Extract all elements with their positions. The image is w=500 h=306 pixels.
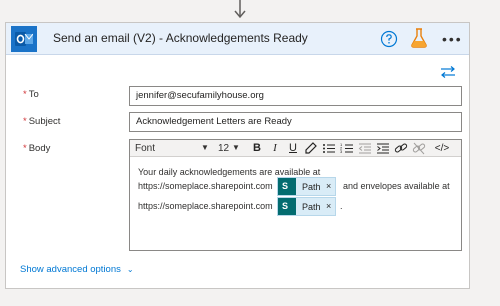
action-title: Send an email (V2) - Acknowledgements Re… <box>53 31 308 45</box>
subject-label: * Subject <box>23 116 61 127</box>
editor-toolbar: Font ▼ 12 ▼ B I U 1 2 3 </> <box>130 140 461 157</box>
body-label: * Body <box>23 143 51 154</box>
more-options-icon[interactable]: ••• <box>442 30 464 48</box>
code-view-button[interactable]: </> <box>432 142 452 155</box>
to-label: * To <box>23 89 39 100</box>
token-remove-icon[interactable]: × <box>326 201 331 211</box>
chevron-down-icon: ⌄ <box>126 265 134 274</box>
body-line-2-prefix: https://someplace.sharepoint.com <box>138 181 273 191</box>
font-select[interactable]: Font ▼ <box>135 143 213 154</box>
body-line-1: Your daily acknowledgements are availabl… <box>138 167 321 177</box>
outlook-icon <box>11 26 37 52</box>
chevron-down-icon: ▼ <box>232 143 240 152</box>
show-advanced-options-link[interactable]: Show advanced options ⌄ <box>20 264 134 275</box>
numbered-list-icon[interactable]: 1 2 3 <box>340 142 354 155</box>
svg-text:3: 3 <box>340 149 343 154</box>
body-editor[interactable]: Font ▼ 12 ▼ B I U 1 2 3 </> Your daily a… <box>129 139 462 251</box>
token-label: Path <box>302 202 321 212</box>
highlight-pen-icon[interactable] <box>304 142 318 155</box>
action-header[interactable]: Send an email (V2) - Acknowledgements Re… <box>6 23 469 55</box>
flow-arrow-icon <box>234 0 246 19</box>
dynamic-content-token[interactable]: S Path × <box>277 177 336 196</box>
token-label: Path <box>302 182 321 192</box>
action-card: Send an email (V2) - Acknowledgements Re… <box>5 22 470 289</box>
bulleted-list-icon[interactable] <box>322 142 336 155</box>
flask-icon[interactable] <box>410 28 428 48</box>
italic-button[interactable]: I <box>268 142 282 155</box>
switch-view-icon[interactable] <box>440 66 456 78</box>
dynamic-content-token[interactable]: S Path × <box>277 197 336 216</box>
increase-indent-icon[interactable] <box>376 142 390 155</box>
token-remove-icon[interactable]: × <box>326 181 331 191</box>
body-line-2-suffix: and envelopes available at <box>343 181 450 191</box>
sharepoint-icon: S <box>278 198 296 215</box>
bold-button[interactable]: B <box>250 142 264 155</box>
underline-button[interactable]: U <box>286 142 300 155</box>
font-size-select[interactable]: 12 ▼ <box>218 143 246 154</box>
insert-link-icon[interactable] <box>394 142 408 155</box>
to-field[interactable]: jennifer@secufamilyhouse.org <box>129 86 462 106</box>
chevron-down-icon: ▼ <box>201 143 209 152</box>
remove-link-icon[interactable] <box>412 142 426 155</box>
sharepoint-icon: S <box>278 178 296 195</box>
subject-field[interactable]: Acknowledgement Letters are Ready <box>129 112 462 132</box>
help-icon[interactable] <box>380 30 398 48</box>
decrease-indent-icon[interactable] <box>358 142 372 155</box>
body-line-3-suffix: . <box>340 201 343 211</box>
body-line-3-prefix: https://someplace.sharepoint.com <box>138 201 273 211</box>
